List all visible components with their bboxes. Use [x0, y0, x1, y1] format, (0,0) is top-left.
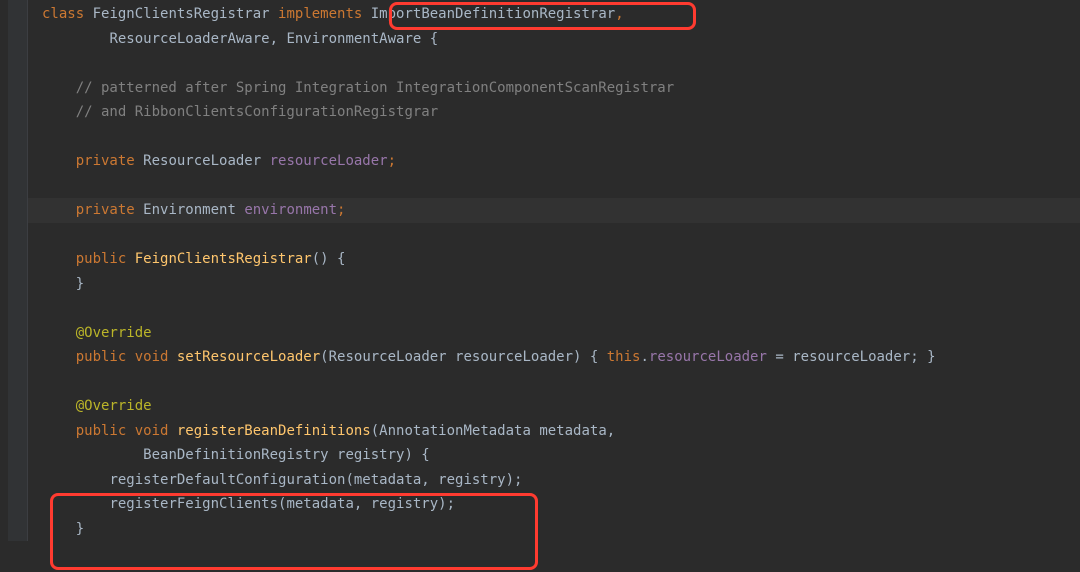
code-line[interactable]: // patterned after Spring Integration In…: [28, 76, 1080, 101]
comment: // and RibbonClientsConfigurationRegistg…: [76, 104, 438, 120]
code-line[interactable]: }: [28, 517, 1080, 542]
keyword-private: private: [76, 202, 135, 218]
keyword-public: public: [76, 349, 127, 365]
code-line[interactable]: class FeignClientsRegistrar implements I…: [28, 2, 1080, 27]
code-line[interactable]: @Override: [28, 321, 1080, 346]
keyword-class: class: [42, 6, 84, 22]
interface-list: ResourceLoaderAware, EnvironmentAware {: [109, 31, 438, 47]
code-line[interactable]: private ResourceLoader resourceLoader;: [28, 149, 1080, 174]
assignment: = resourceLoader; }: [767, 349, 936, 365]
semicolon: ;: [337, 202, 345, 218]
comment: // patterned after Spring Integration In…: [76, 80, 674, 96]
code-line[interactable]: public void registerBeanDefinitions(Anno…: [28, 419, 1080, 444]
dot: .: [640, 349, 648, 365]
code-line[interactable]: // and RibbonClientsConfigurationRegistg…: [28, 100, 1080, 125]
code-line[interactable]: @Override: [28, 394, 1080, 419]
keyword-public: public: [76, 423, 127, 439]
params: (AnnotationMetadata metadata,: [371, 423, 615, 439]
method-name: registerBeanDefinitions: [177, 423, 371, 439]
code-line[interactable]: public FeignClientsRegistrar() {: [28, 247, 1080, 272]
editor-gutter: [8, 0, 28, 541]
type-name: Environment: [135, 202, 245, 218]
code-line[interactable]: registerFeignClients(metadata, registry)…: [28, 492, 1080, 517]
params-cont: BeanDefinitionRegistry registry) {: [143, 447, 430, 463]
keyword-this: this: [607, 349, 641, 365]
comma: ,: [615, 6, 623, 22]
code-line[interactable]: public void setResourceLoader(ResourceLo…: [28, 345, 1080, 370]
method-call: registerDefaultConfiguration(metadata, r…: [109, 472, 522, 488]
params: (ResourceLoader resourceLoader) {: [320, 349, 607, 365]
code-editor[interactable]: class FeignClientsRegistrar implements I…: [8, 0, 1080, 541]
code-line-current[interactable]: private Environment environment;: [28, 198, 1080, 223]
constructor-name: FeignClientsRegistrar: [126, 251, 311, 267]
code-line-empty[interactable]: [28, 296, 1080, 321]
code-line-empty[interactable]: [28, 51, 1080, 76]
field-name: resourceLoader: [270, 153, 388, 169]
code-line-empty[interactable]: [28, 223, 1080, 248]
parens: () {: [312, 251, 346, 267]
interface-name: ImportBeanDefinitionRegistrar: [371, 6, 615, 22]
type-name: ResourceLoader: [135, 153, 270, 169]
code-line[interactable]: BeanDefinitionRegistry registry) {: [28, 443, 1080, 468]
keyword-void: void: [126, 423, 177, 439]
code-line[interactable]: ResourceLoaderAware, EnvironmentAware {: [28, 27, 1080, 52]
code-line-empty[interactable]: [28, 370, 1080, 395]
brace: }: [76, 521, 84, 537]
keyword-implements: implements: [278, 6, 371, 22]
code-line-empty[interactable]: [28, 174, 1080, 199]
brace: }: [76, 276, 84, 292]
class-name: FeignClientsRegistrar: [84, 6, 278, 22]
field-name: environment: [244, 202, 337, 218]
semicolon: ;: [388, 153, 396, 169]
field-ref: resourceLoader: [649, 349, 767, 365]
method-call: registerFeignClients(metadata, registry)…: [109, 496, 455, 512]
keyword-private: private: [76, 153, 135, 169]
code-line-empty[interactable]: [28, 125, 1080, 150]
keyword-public: public: [76, 251, 127, 267]
keyword-void: void: [126, 349, 177, 365]
method-name: setResourceLoader: [177, 349, 320, 365]
code-line[interactable]: }: [28, 272, 1080, 297]
annotation: @Override: [76, 325, 152, 341]
code-line[interactable]: registerDefaultConfiguration(metadata, r…: [28, 468, 1080, 493]
annotation: @Override: [76, 398, 152, 414]
